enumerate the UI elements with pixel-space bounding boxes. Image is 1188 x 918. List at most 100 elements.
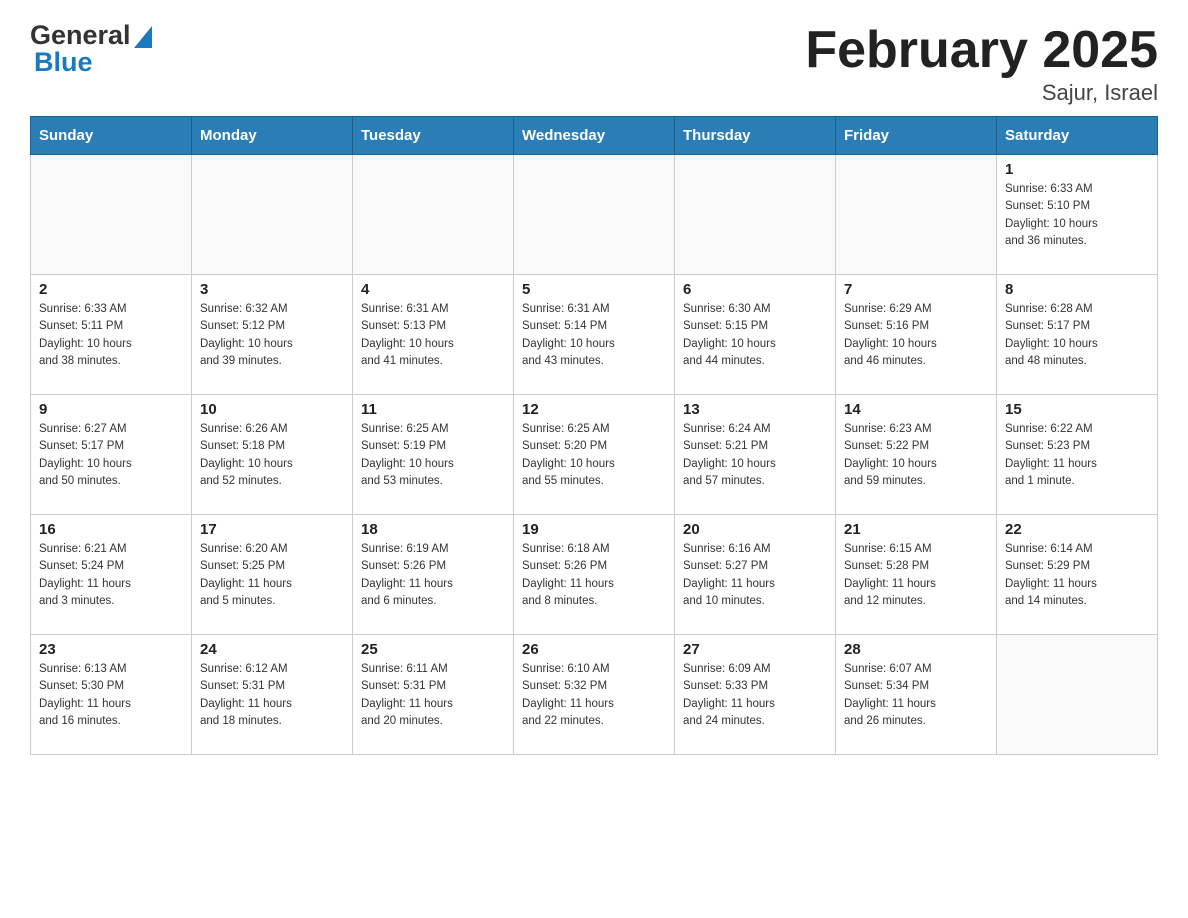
- calendar-cell-w3-d1: 17 Sunrise: 6:20 AM Sunset: 5:25 PM Dayli…: [192, 515, 353, 635]
- day-info-14: Sunrise: 6:23 AM Sunset: 5:22 PM Dayligh…: [844, 421, 988, 490]
- day-number-9: 9: [39, 401, 183, 418]
- page-title: February 2025: [805, 20, 1158, 80]
- calendar-cell-w3-d6: 22 Sunrise: 6:14 AM Sunset: 5:29 PM Dayli…: [997, 515, 1158, 635]
- day-number-8: 8: [1005, 281, 1149, 298]
- calendar-cell-w4-d6: [997, 635, 1158, 755]
- calendar-cell-w3-d5: 21 Sunrise: 6:15 AM Sunset: 5:28 PM Dayli…: [836, 515, 997, 635]
- calendar-cell-w3-d0: 16Sunrise: 6:21 AM Sunset: 5:24 PM Dayli…: [31, 515, 192, 635]
- day-number-5: 5: [522, 281, 666, 298]
- calendar-cell-w2-d5: 14 Sunrise: 6:23 AM Sunset: 5:22 PM Dayli…: [836, 395, 997, 515]
- day-info-26: Sunrise: 6:10 AM Sunset: 5:32 PM Dayligh…: [522, 661, 666, 730]
- day-number-2: 2: [39, 281, 183, 298]
- calendar-cell-w1-d6: 8 Sunrise: 6:28 AM Sunset: 5:17 PM Daylig…: [997, 275, 1158, 395]
- day-number-4: 4: [361, 281, 505, 298]
- col-tuesday: Tuesday: [353, 117, 514, 155]
- logo-blue-text: Blue: [34, 47, 93, 78]
- page-header: General Blue February 2025 Sajur, Israel: [30, 20, 1158, 106]
- day-number-14: 14: [844, 401, 988, 418]
- calendar-cell-w4-d2: 25Sunrise: 6:11 AM Sunset: 5:31 PM Dayli…: [353, 635, 514, 755]
- calendar-cell-w4-d3: 26 Sunrise: 6:10 AM Sunset: 5:32 PM Dayli…: [514, 635, 675, 755]
- day-info-10: Sunrise: 6:26 AM Sunset: 5:18 PM Dayligh…: [200, 421, 344, 490]
- calendar-cell-w0-d3: [514, 155, 675, 275]
- day-number-3: 3: [200, 281, 344, 298]
- calendar-cell-w2-d3: 12 Sunrise: 6:25 AM Sunset: 5:20 PM Dayli…: [514, 395, 675, 515]
- title-block: February 2025 Sajur, Israel: [805, 20, 1158, 106]
- calendar-cell-w1-d4: 6 Sunrise: 6:30 AM Sunset: 5:15 PM Daylig…: [675, 275, 836, 395]
- day-number-24: 24: [200, 641, 344, 658]
- calendar-cell-w0-d5: [836, 155, 997, 275]
- day-info-19: Sunrise: 6:18 AM Sunset: 5:26 PM Dayligh…: [522, 541, 666, 610]
- day-number-10: 10: [200, 401, 344, 418]
- day-number-25: 25: [361, 641, 505, 658]
- page-subtitle: Sajur, Israel: [805, 80, 1158, 106]
- calendar-cell-w1-d1: 3 Sunrise: 6:32 AM Sunset: 5:12 PM Daylig…: [192, 275, 353, 395]
- calendar-cell-w2-d1: 10 Sunrise: 6:26 AM Sunset: 5:18 PM Dayli…: [192, 395, 353, 515]
- day-number-21: 21: [844, 521, 988, 538]
- day-info-28: Sunrise: 6:07 AM Sunset: 5:34 PM Dayligh…: [844, 661, 988, 730]
- calendar-cell-w2-d2: 11Sunrise: 6:25 AM Sunset: 5:19 PM Dayli…: [353, 395, 514, 515]
- day-number-18: 18: [361, 521, 505, 538]
- day-info-2: Sunrise: 6:33 AM Sunset: 5:11 PM Dayligh…: [39, 301, 183, 370]
- day-info-1: Sunrise: 6:33 AM Sunset: 5:10 PM Dayligh…: [1005, 181, 1149, 250]
- calendar-cell-w0-d6: 1 Sunrise: 6:33 AM Sunset: 5:10 PM Daylig…: [997, 155, 1158, 275]
- day-info-12: Sunrise: 6:25 AM Sunset: 5:20 PM Dayligh…: [522, 421, 666, 490]
- logo-triangle-icon: [134, 26, 152, 48]
- calendar-cell-w0-d1: [192, 155, 353, 275]
- day-info-20: Sunrise: 6:16 AM Sunset: 5:27 PM Dayligh…: [683, 541, 827, 610]
- day-info-4: Sunrise: 6:31 AM Sunset: 5:13 PM Dayligh…: [361, 301, 505, 370]
- calendar-row-2: 9 Sunrise: 6:27 AM Sunset: 5:17 PM Daylig…: [31, 395, 1158, 515]
- day-info-5: Sunrise: 6:31 AM Sunset: 5:14 PM Dayligh…: [522, 301, 666, 370]
- calendar-cell-w4-d4: 27 Sunrise: 6:09 AM Sunset: 5:33 PM Dayli…: [675, 635, 836, 755]
- day-number-26: 26: [522, 641, 666, 658]
- day-info-8: Sunrise: 6:28 AM Sunset: 5:17 PM Dayligh…: [1005, 301, 1149, 370]
- day-number-19: 19: [522, 521, 666, 538]
- day-info-11: Sunrise: 6:25 AM Sunset: 5:19 PM Dayligh…: [361, 421, 505, 490]
- day-info-17: Sunrise: 6:20 AM Sunset: 5:25 PM Dayligh…: [200, 541, 344, 610]
- day-info-6: Sunrise: 6:30 AM Sunset: 5:15 PM Dayligh…: [683, 301, 827, 370]
- logo: General Blue: [30, 20, 152, 78]
- day-info-15: Sunrise: 6:22 AM Sunset: 5:23 PM Dayligh…: [1005, 421, 1149, 490]
- calendar-row-0: 1 Sunrise: 6:33 AM Sunset: 5:10 PM Daylig…: [31, 155, 1158, 275]
- day-number-17: 17: [200, 521, 344, 538]
- calendar-header-row: Sunday Monday Tuesday Wednesday Thursday…: [31, 117, 1158, 155]
- day-number-6: 6: [683, 281, 827, 298]
- day-number-12: 12: [522, 401, 666, 418]
- day-number-27: 27: [683, 641, 827, 658]
- day-info-9: Sunrise: 6:27 AM Sunset: 5:17 PM Dayligh…: [39, 421, 183, 490]
- calendar-cell-w1-d2: 4 Sunrise: 6:31 AM Sunset: 5:13 PM Daylig…: [353, 275, 514, 395]
- calendar-cell-w2-d6: 15 Sunrise: 6:22 AM Sunset: 5:23 PM Dayli…: [997, 395, 1158, 515]
- calendar-cell-w1-d3: 5 Sunrise: 6:31 AM Sunset: 5:14 PM Daylig…: [514, 275, 675, 395]
- calendar-cell-w1-d5: 7 Sunrise: 6:29 AM Sunset: 5:16 PM Daylig…: [836, 275, 997, 395]
- day-number-22: 22: [1005, 521, 1149, 538]
- calendar-cell-w3-d2: 18 Sunrise: 6:19 AM Sunset: 5:26 PM Dayli…: [353, 515, 514, 635]
- day-info-7: Sunrise: 6:29 AM Sunset: 5:16 PM Dayligh…: [844, 301, 988, 370]
- day-info-22: Sunrise: 6:14 AM Sunset: 5:29 PM Dayligh…: [1005, 541, 1149, 610]
- calendar-cell-w2-d4: 13Sunrise: 6:24 AM Sunset: 5:21 PM Dayli…: [675, 395, 836, 515]
- col-friday: Friday: [836, 117, 997, 155]
- calendar-cell-w0-d4: [675, 155, 836, 275]
- calendar-cell-w4-d5: 28Sunrise: 6:07 AM Sunset: 5:34 PM Dayli…: [836, 635, 997, 755]
- calendar-table: Sunday Monday Tuesday Wednesday Thursday…: [30, 116, 1158, 755]
- day-info-24: Sunrise: 6:12 AM Sunset: 5:31 PM Dayligh…: [200, 661, 344, 730]
- calendar-cell-w3-d3: 19 Sunrise: 6:18 AM Sunset: 5:26 PM Dayli…: [514, 515, 675, 635]
- day-info-13: Sunrise: 6:24 AM Sunset: 5:21 PM Dayligh…: [683, 421, 827, 490]
- day-number-1: 1: [1005, 161, 1149, 178]
- day-number-7: 7: [844, 281, 988, 298]
- col-wednesday: Wednesday: [514, 117, 675, 155]
- col-sunday: Sunday: [31, 117, 192, 155]
- calendar-cell-w0-d2: [353, 155, 514, 275]
- day-info-27: Sunrise: 6:09 AM Sunset: 5:33 PM Dayligh…: [683, 661, 827, 730]
- day-info-18: Sunrise: 6:19 AM Sunset: 5:26 PM Dayligh…: [361, 541, 505, 610]
- col-saturday: Saturday: [997, 117, 1158, 155]
- calendar-cell-w4-d1: 24 Sunrise: 6:12 AM Sunset: 5:31 PM Dayli…: [192, 635, 353, 755]
- calendar-cell-w1-d0: 2 Sunrise: 6:33 AM Sunset: 5:11 PM Daylig…: [31, 275, 192, 395]
- day-number-15: 15: [1005, 401, 1149, 418]
- day-info-21: Sunrise: 6:15 AM Sunset: 5:28 PM Dayligh…: [844, 541, 988, 610]
- day-number-20: 20: [683, 521, 827, 538]
- day-number-16: 16: [39, 521, 183, 538]
- day-info-3: Sunrise: 6:32 AM Sunset: 5:12 PM Dayligh…: [200, 301, 344, 370]
- calendar-cell-w0-d0: [31, 155, 192, 275]
- day-info-23: Sunrise: 6:13 AM Sunset: 5:30 PM Dayligh…: [39, 661, 183, 730]
- col-monday: Monday: [192, 117, 353, 155]
- calendar-cell-w4-d0: 23Sunrise: 6:13 AM Sunset: 5:30 PM Dayli…: [31, 635, 192, 755]
